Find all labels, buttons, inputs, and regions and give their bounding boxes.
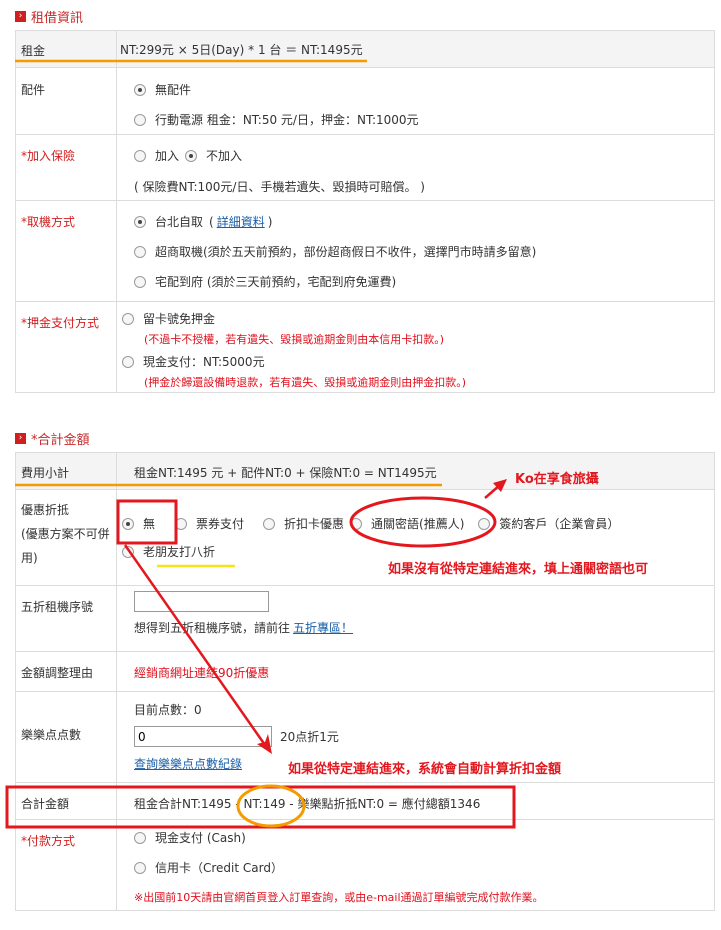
discount-password-label: 通關密語(推薦人) — [371, 517, 465, 531]
discount-friend-label: 老朋友打八折 — [143, 545, 216, 559]
discount-friend-radio[interactable] — [122, 545, 134, 558]
insurance-label: *加入保險 — [15, 134, 117, 201]
points-current: 目前点數：0 — [134, 703, 202, 717]
half-price-label: 五折租機序號 — [15, 585, 117, 652]
deposit-note-card: (不過卡不授權，若有遺失、毀損或逾期金則由本信用卡扣款。) — [144, 333, 445, 346]
radio-icon[interactable] — [134, 113, 146, 126]
deposit-note-cash: (押金於歸還設備時退款，若有遺失、毀損或逾期金則由押金扣款。) — [144, 376, 467, 389]
rent-label: 租金 — [15, 30, 117, 68]
discount-none-radio[interactable] — [122, 517, 134, 530]
chevron-right-icon: › — [15, 10, 26, 22]
radio-icon[interactable] — [134, 245, 146, 258]
deposit-row: *押金支付方式 留卡號免押金 (不過卡不授權，若有遺失、毀損或逾期金則由本信用卡… — [15, 301, 715, 393]
section-title: 租借資訊 — [31, 10, 84, 26]
insurance-none-radio[interactable] — [185, 149, 198, 162]
total-section-header: › *合計金額 — [15, 430, 90, 448]
points-label: 樂樂点点數 — [15, 691, 117, 783]
points-input[interactable] — [134, 726, 272, 747]
points-rate: 20点折1元 — [280, 730, 339, 744]
payment-option-card[interactable]: 信用卡（Credit Card） — [134, 859, 714, 876]
rental-table: 租金 NT:299元 × 5日(Day) * 1 台 ＝ NT:1495元 配件… — [15, 30, 715, 393]
grand-total-value: 租金合計NT:1495 - NT:149 - 樂樂點折抵NT:0 = 應付總額1… — [116, 782, 715, 820]
discount-ticket-radio[interactable] — [175, 517, 188, 530]
accessory-option-none[interactable]: 無配件 — [134, 81, 714, 98]
accessory-label: 配件 — [15, 67, 117, 135]
section-title: *合計金額 — [31, 432, 90, 448]
half-price-note: 想得到五折租機序號，請前往 五折專區！ — [134, 621, 354, 635]
pickup-option-delivery[interactable]: 宅配到府 (須於三天前預約，宅配到府免運費) — [134, 273, 714, 290]
deposit-option-cash[interactable]: 現金支付：NT:5000元 — [122, 353, 714, 370]
adjust-label: 金額調整理由 — [15, 651, 117, 692]
half-price-row: 五折租機序號 想得到五折租機序號，請前往 五折專區！ — [15, 585, 715, 652]
adjust-value: 經銷商網址連結90折優惠 — [116, 651, 715, 692]
radio-icon[interactable] — [122, 312, 134, 325]
radio-icon[interactable] — [134, 861, 146, 874]
pickup-detail-link[interactable]: 詳細資料 — [217, 213, 265, 230]
adjust-row: 金額調整理由 經銷商網址連結90折優惠 — [15, 651, 715, 692]
radio-selected-icon[interactable] — [134, 215, 146, 228]
subtotal-value: 租金NT:1495 元 + 配件NT:0 + 保險NT:0 = NT1495元 — [116, 452, 715, 490]
half-price-zone-link[interactable]: 五折專區！ — [293, 621, 353, 635]
password-annotation-text: 如果沒有從特定連結進來，填上通關密語也可 — [388, 562, 649, 577]
deposit-label: *押金支付方式 — [15, 301, 117, 393]
rent-value: NT:299元 × 5日(Day) * 1 台 ＝ NT:1495元 — [116, 30, 715, 68]
rent-row: 租金 NT:299元 × 5日(Day) * 1 台 ＝ NT:1495元 — [15, 30, 715, 68]
discount-corporate-radio[interactable] — [478, 517, 491, 530]
radio-icon[interactable] — [122, 355, 134, 368]
payment-note: ※出國前10天請由官網首頁登入訂單查詢，或由e-mail通過訂單編號完成付款作業… — [134, 891, 544, 904]
discount-corporate-label: 簽約客戶（企業會員） — [499, 517, 620, 531]
deposit-option-card[interactable]: 留卡號免押金 — [122, 310, 714, 327]
discount-password-radio[interactable] — [350, 517, 363, 530]
discount-card-radio[interactable] — [263, 517, 276, 530]
points-query-link[interactable]: 查詢樂樂点点數紀錄 — [134, 757, 242, 771]
subtotal-row: 費用小計 租金NT:1495 元 + 配件NT:0 + 保險NT:0 = NT1… — [15, 452, 715, 490]
discount-label: 優惠折抵 (優惠方案不可併用) — [15, 489, 117, 586]
accessory-option-powerbank[interactable]: 行動電源 租金：NT:50 元/日，押金：NT:1000元 — [134, 111, 714, 128]
pickup-row: *取機方式 台北自取 ( 詳細資料 ) 超商取機(須於五天前預約，部份超商假日不… — [15, 200, 715, 302]
rental-section-header: › 租借資訊 — [15, 8, 84, 26]
radio-icon[interactable] — [134, 275, 146, 288]
half-price-serial-input[interactable] — [134, 591, 269, 612]
pickup-option-taipei[interactable]: 台北自取 ( 詳細資料 ) — [134, 213, 714, 230]
grand-total-label: 合計金額 — [15, 782, 117, 820]
radio-icon[interactable] — [134, 831, 146, 844]
discount-card-label: 折扣卡優惠 — [284, 517, 345, 531]
discount-ticket-label: 票券支付 — [196, 517, 245, 531]
insurance-none-label: 不加入 — [206, 149, 243, 163]
payment-option-cash[interactable]: 現金支付 (Cash) — [134, 829, 714, 846]
accessory-row: 配件 無配件 行動電源 租金：NT:50 元/日，押金：NT:1000元 — [15, 67, 715, 135]
total-table: 費用小計 租金NT:1495 元 + 配件NT:0 + 保險NT:0 = NT1… — [15, 452, 715, 911]
pickup-option-store[interactable]: 超商取機(須於五天前預約，部份超商假日不收件，選擇門市時請多留意) — [134, 243, 714, 260]
discount-none-label: 無 — [143, 517, 156, 531]
payment-label: *付款方式 — [15, 819, 117, 911]
payment-row: *付款方式 現金支付 (Cash) 信用卡（Credit Card） ※出國前1… — [15, 819, 715, 911]
auto-calc-annotation-text: 如果從特定連結進來，系統會自動計算折扣金額 — [288, 762, 562, 777]
insurance-row: *加入保險 加入 不加入 ( 保險費NT:100元/日、手機若遺失、毀損時可賠償… — [15, 134, 715, 201]
subtotal-label: 費用小計 — [15, 452, 117, 490]
insurance-note: ( 保險費NT:100元/日、手機若遺失、毀損時可賠償。 ) — [134, 180, 425, 194]
chevron-right-icon: › — [15, 432, 26, 444]
grand-total-row: 合計金額 租金合計NT:1495 - NT:149 - 樂樂點折抵NT:0 = … — [15, 782, 715, 820]
pickup-label: *取機方式 — [15, 200, 117, 302]
ko-annotation-text: Ko在享食旅攝 — [515, 472, 599, 487]
insurance-add-label: 加入 — [155, 149, 180, 163]
radio-selected-icon[interactable] — [134, 83, 146, 96]
insurance-add-radio[interactable] — [134, 149, 146, 162]
